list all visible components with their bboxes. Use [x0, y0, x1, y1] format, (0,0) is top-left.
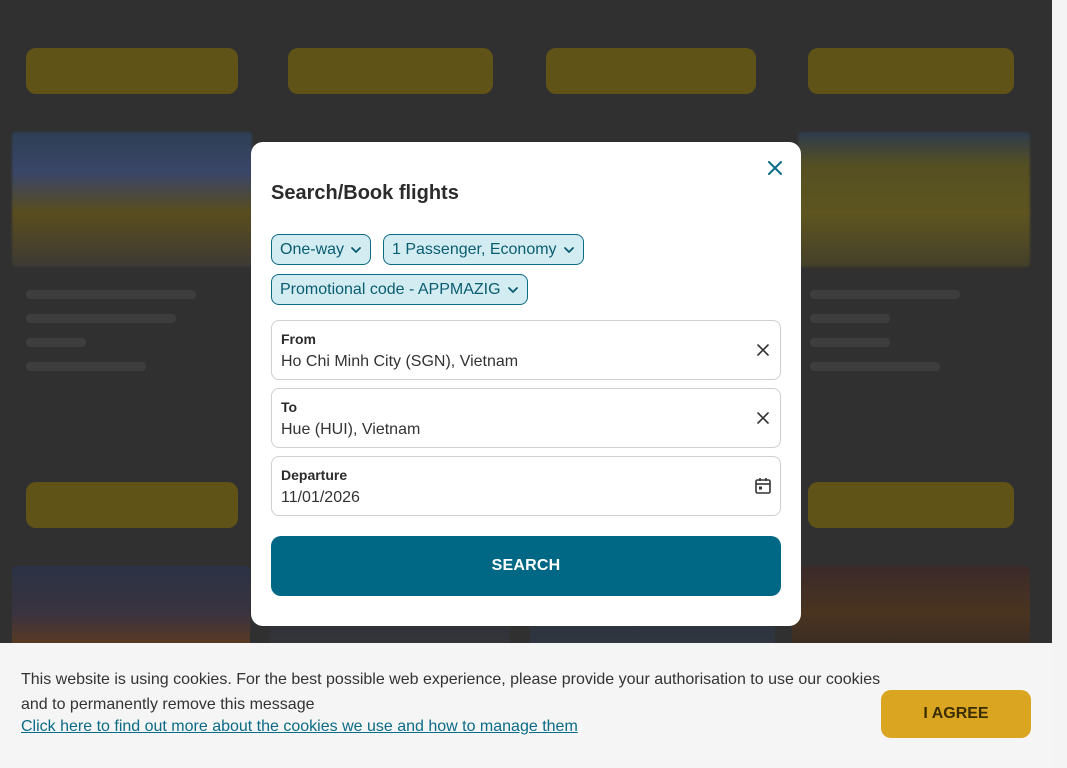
cookie-policy-link[interactable]: Click here to find out more about the co… — [21, 718, 578, 736]
background-card-image — [12, 132, 252, 267]
background-text-line — [810, 362, 940, 371]
background-card-button — [288, 48, 493, 94]
search-button[interactable]: SEARCH — [271, 536, 781, 596]
clear-icon[interactable] — [754, 341, 772, 359]
background-text-line — [810, 290, 960, 299]
clear-icon[interactable] — [754, 409, 772, 427]
background-card-button — [808, 48, 1014, 94]
to-input[interactable] — [281, 421, 721, 439]
from-label: From — [281, 331, 316, 347]
page-scrollbar[interactable] — [1052, 0, 1067, 768]
calendar-icon[interactable] — [754, 477, 772, 495]
background-card-image — [798, 132, 1030, 267]
background-card-image — [12, 566, 250, 646]
agree-button[interactable]: I AGREE — [881, 690, 1031, 738]
from-field[interactable]: From — [271, 320, 781, 380]
search-flights-dialog: Search/Book flights One-way 1 Passenger,… — [251, 142, 801, 626]
to-label: To — [281, 399, 298, 415]
background-card-button — [546, 48, 756, 94]
background-card-image — [792, 566, 1030, 646]
passengers-dropdown[interactable]: 1 Passenger, Economy — [383, 234, 584, 265]
chevron-down-icon — [507, 286, 519, 294]
close-icon — [768, 161, 782, 175]
close-dialog-button[interactable] — [765, 158, 785, 178]
background-text-line — [26, 338, 86, 347]
trip-type-dropdown[interactable]: One-way — [271, 234, 372, 265]
background-text-line — [26, 290, 196, 299]
background-text-line — [26, 314, 176, 323]
chevron-down-icon — [350, 246, 362, 254]
departure-input[interactable] — [281, 489, 721, 507]
departure-label: Departure — [281, 467, 348, 483]
trip-type-label: One-way — [280, 240, 345, 258]
background-text-line — [810, 314, 890, 323]
to-field[interactable]: To — [271, 388, 781, 448]
background-card-button — [26, 482, 238, 528]
promo-code-dropdown[interactable]: Promotional code - APPMAZIG — [271, 274, 528, 305]
background-card-button — [808, 482, 1014, 528]
chevron-down-icon — [563, 246, 575, 254]
background-text-line — [26, 362, 146, 371]
from-input[interactable] — [281, 353, 721, 371]
background-card-button — [26, 48, 238, 94]
departure-field[interactable]: Departure — [271, 456, 781, 516]
dialog-title: Search/Book flights — [271, 182, 459, 204]
promo-code-label: Promotional code - APPMAZIG — [280, 280, 501, 298]
cookie-message: This website is using cookies. For the b… — [21, 671, 881, 713]
background-text-line — [810, 338, 890, 347]
cookie-banner: This website is using cookies. For the b… — [0, 643, 1052, 768]
passengers-label: 1 Passenger, Economy — [392, 240, 557, 258]
